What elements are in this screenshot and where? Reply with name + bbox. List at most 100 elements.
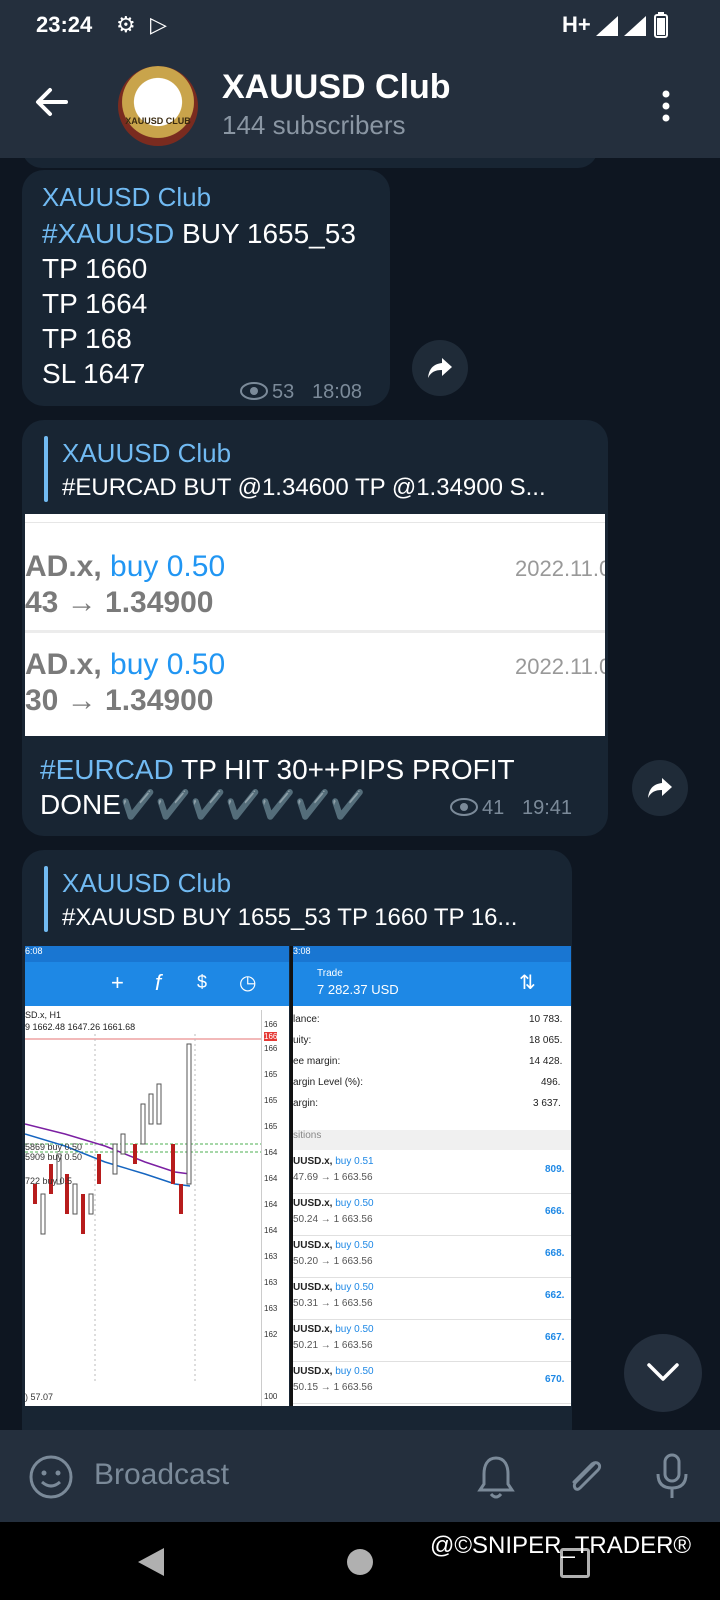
divider bbox=[25, 630, 605, 633]
symbol-text: AD.x, bbox=[25, 550, 111, 583]
axis-tick: 164 bbox=[264, 1148, 278, 1157]
axis-tick: 165 bbox=[264, 1096, 278, 1105]
axis-tick: 166 bbox=[264, 1032, 278, 1041]
summary-label: lance: bbox=[293, 1014, 320, 1025]
summary-row: lance: 10 783. bbox=[293, 1014, 571, 1035]
position-prices: 47.69 → 1 663.56 bbox=[293, 1172, 373, 1183]
message-line: TP 168 bbox=[42, 323, 132, 354]
emoji-icon[interactable] bbox=[28, 1454, 74, 1500]
position-profit: 667. bbox=[545, 1332, 565, 1343]
position-row[interactable]: UUSD.x, buy 0.50 50.21 → 1 663.56 667. bbox=[293, 1320, 571, 1362]
message-bubble[interactable]: XAUUSD Club #XAUUSD BUY 1655_53 TP 1660 … bbox=[22, 170, 390, 406]
reply-preview[interactable]: #EURCAD BUT @1.34600 TP @1.34900 S... bbox=[62, 474, 602, 502]
view-count: 41 bbox=[482, 797, 505, 819]
position-prices: 50.31 → 1 663.56 bbox=[293, 1298, 373, 1309]
nav-back-icon[interactable] bbox=[136, 1546, 166, 1578]
summary-row: uity: 18 065. bbox=[293, 1035, 571, 1056]
side-text: buy 0.50 bbox=[110, 550, 226, 583]
summary-value: 10 783. bbox=[529, 1014, 563, 1025]
more-options-icon[interactable] bbox=[652, 86, 680, 126]
back-arrow-icon[interactable] bbox=[30, 80, 74, 124]
message-line: TP HIT 30++PIPS PROFIT bbox=[173, 754, 515, 785]
previous-message-bubble bbox=[22, 158, 598, 168]
channel-title[interactable]: XAUUSD Club bbox=[222, 68, 451, 107]
sort-icon: ⇅ bbox=[519, 972, 536, 994]
screenshot-row-date: 2022.11.0 bbox=[515, 654, 605, 679]
position-row[interactable]: UUSD.x, buy 0.50 50.24 → 1 663.56 666. bbox=[293, 1194, 571, 1236]
position-symbol: UUSD.x, bbox=[293, 1240, 336, 1251]
signal-icon bbox=[596, 16, 618, 36]
channel-avatar[interactable]: XAUUSD CLUB bbox=[118, 66, 198, 146]
screenshot-row-date: 2022.11.0 bbox=[515, 556, 605, 581]
chat-header: XAUUSD CLUB XAUUSD Club 144 subscribers bbox=[0, 52, 720, 158]
position-prices: 50.20 → 1 663.56 bbox=[293, 1256, 373, 1267]
position-symbol: UUSD.x, bbox=[293, 1366, 336, 1377]
views-eye-icon bbox=[240, 382, 268, 400]
positions-header: sitions bbox=[293, 1130, 571, 1150]
reply-sender[interactable]: XAUUSD Club bbox=[62, 868, 231, 899]
trade-title: Trade bbox=[317, 968, 343, 979]
position-symbol: UUSD.x, bbox=[293, 1198, 336, 1209]
axis-tick: 166 bbox=[264, 1044, 278, 1053]
phone-time: 3:08 bbox=[293, 946, 311, 956]
hashtag-link[interactable]: #EURCAD bbox=[40, 754, 174, 785]
position-row[interactable]: UUSD.x, buy 0.50 50.15 → 1 663.56 670. bbox=[293, 1362, 571, 1404]
scroll-down-button[interactable] bbox=[624, 1334, 702, 1412]
position-prices: 50.24 → 1 663.56 bbox=[293, 1214, 373, 1225]
broadcast-input[interactable]: Broadcast bbox=[94, 1458, 229, 1492]
screenshot-row-symbol: AD.x, buy 0.50 bbox=[25, 648, 225, 682]
position-prices: 50.21 → 1 663.56 bbox=[293, 1340, 373, 1351]
position-side: buy 0.50 bbox=[335, 1366, 374, 1377]
summary-row: argin Level (%): 496. bbox=[293, 1077, 571, 1098]
position-row[interactable]: UUSD.x, buy 0.50 50.20 → 1 663.56 668. bbox=[293, 1236, 571, 1278]
chart-screenshot-image[interactable]: 6:08 + f $ ◷ SD.x, H1 9 1662.48 1647.26 … bbox=[25, 946, 289, 1406]
message-text: #EURCAD TP HIT 30++PIPS PROFIT bbox=[40, 752, 515, 787]
summary-label: argin Level (%): bbox=[293, 1077, 364, 1088]
summary-value: 14 428. bbox=[529, 1056, 563, 1067]
chart-symbol: SD.x, H1 bbox=[25, 1010, 62, 1020]
message-bubble[interactable]: XAUUSD Club #EURCAD BUT @1.34600 TP @1.3… bbox=[22, 420, 608, 836]
attach-paperclip-icon[interactable] bbox=[564, 1454, 608, 1500]
nav-home-icon[interactable] bbox=[346, 1548, 374, 1576]
reply-indicator bbox=[44, 436, 48, 502]
phone-status-strip: 3:08 bbox=[293, 946, 571, 962]
share-button[interactable] bbox=[412, 340, 468, 396]
position-side: buy 0.50 bbox=[335, 1240, 374, 1251]
axis-tick: 164 bbox=[264, 1200, 278, 1209]
avatar-label: XAUUSD CLUB bbox=[125, 116, 191, 126]
view-count: 53 bbox=[272, 381, 295, 403]
summary-label: uity: bbox=[293, 1035, 312, 1046]
notification-bell-icon[interactable] bbox=[476, 1454, 516, 1500]
divider bbox=[25, 522, 605, 523]
share-button[interactable] bbox=[632, 760, 688, 816]
screenshot-row-prices: 30 → 1.34900 bbox=[25, 684, 214, 717]
reply-sender[interactable]: XAUUSD Club bbox=[62, 438, 231, 469]
cast-status-icon: ▷ bbox=[150, 12, 167, 37]
screenshot-row-symbol: AD.x, buy 0.50 bbox=[25, 550, 225, 584]
message-line: BUY 1655_53 bbox=[174, 218, 356, 249]
status-bar: 23:24 ⚙ ▷ H+ bbox=[0, 0, 720, 52]
hashtag-link[interactable]: #XAUUSD bbox=[42, 218, 174, 249]
position-side: buy 0.50 bbox=[335, 1282, 374, 1293]
message-text: #XAUUSD BUY 1655_53 bbox=[42, 216, 356, 251]
position-prices: 50.15 → 1 663.56 bbox=[293, 1382, 373, 1393]
message-sender: XAUUSD Club bbox=[42, 182, 212, 212]
subscriber-count: 144 subscribers bbox=[222, 110, 406, 140]
position-row[interactable]: UUSD.x, buy 0.50 50.31 → 1 663.56 662. bbox=[293, 1278, 571, 1320]
position-label: 722 buy 0.5 bbox=[25, 1176, 73, 1186]
trade-screenshot-image[interactable]: AD.x, buy 0.50 43 → 1.34900 2022.11.0 AD… bbox=[25, 514, 605, 736]
reply-preview[interactable]: #XAUUSD BUY 1655_53 TP 1660 TP 16... bbox=[62, 904, 562, 932]
message-list[interactable]: XAUUSD Club #XAUUSD BUY 1655_53 TP 1660 … bbox=[0, 158, 720, 1430]
trade-amount: 7 282.37 USD bbox=[317, 982, 399, 997]
trade-screenshot-image[interactable]: 3:08 Trade 7 282.37 USD ⇅ lance: 10 783. … bbox=[290, 946, 571, 1406]
positions-list: UUSD.x, buy 0.51 47.69 → 1 663.56 809. UUS… bbox=[293, 1152, 571, 1404]
summary-label: argin: bbox=[293, 1098, 319, 1109]
message-line: DONE✔️✔️✔️✔️✔️✔️✔️ bbox=[40, 789, 365, 820]
position-profit: 809. bbox=[545, 1164, 565, 1175]
microphone-icon[interactable] bbox=[654, 1452, 690, 1502]
position-symbol: UUSD.x, bbox=[293, 1324, 336, 1335]
indicator-value: ) 57.07 bbox=[25, 1392, 54, 1402]
phone-time: 6:08 bbox=[25, 946, 43, 956]
position-row[interactable]: UUSD.x, buy 0.51 47.69 → 1 663.56 809. bbox=[293, 1152, 571, 1194]
message-bubble[interactable]: XAUUSD Club #XAUUSD BUY 1655_53 TP 1660 … bbox=[22, 850, 572, 1430]
